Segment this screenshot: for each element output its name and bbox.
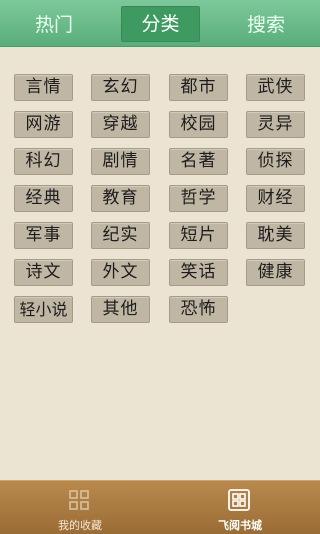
- category-item[interactable]: 都市: [169, 74, 228, 101]
- category-item[interactable]: 科幻: [14, 148, 73, 175]
- category-item[interactable]: 短片: [169, 222, 228, 249]
- category-item[interactable]: 轻小说: [14, 296, 73, 323]
- category-item[interactable]: 武侠: [246, 74, 305, 101]
- category-item[interactable]: 耽美: [246, 222, 305, 249]
- category-item[interactable]: 经典: [14, 185, 73, 212]
- bottom-nav-bar: 我的收藏 飞阅书城: [0, 480, 320, 534]
- category-item[interactable]: 网游: [14, 111, 73, 138]
- category-item[interactable]: 校园: [169, 111, 228, 138]
- category-item[interactable]: 教育: [91, 185, 150, 212]
- category-item[interactable]: 笑话: [169, 259, 228, 286]
- category-item[interactable]: 军事: [14, 222, 73, 249]
- tab-hot[interactable]: 热门: [0, 0, 108, 46]
- tab-categories[interactable]: 分类: [121, 6, 200, 42]
- category-item[interactable]: 玄幻: [91, 74, 150, 101]
- tab-search[interactable]: 搜索: [212, 0, 320, 46]
- category-item[interactable]: 穿越: [91, 111, 150, 138]
- grid-icon: [69, 490, 89, 510]
- top-tab-bar: 热门 分类 搜索: [0, 0, 320, 47]
- bottom-tab-bookstore[interactable]: 飞阅书城: [160, 481, 320, 534]
- category-item[interactable]: 灵异: [246, 111, 305, 138]
- bottom-tab-label: 飞阅书城: [218, 519, 262, 532]
- bookstore-grid-icon: [228, 489, 250, 511]
- category-item[interactable]: 纪实: [91, 222, 150, 249]
- category-item[interactable]: 侦探: [246, 148, 305, 175]
- category-item[interactable]: 恐怖: [169, 296, 228, 323]
- category-item[interactable]: 哲学: [169, 185, 228, 212]
- category-item[interactable]: 言情: [14, 74, 73, 101]
- category-item[interactable]: 财经: [246, 185, 305, 212]
- category-item[interactable]: 其他: [91, 296, 150, 323]
- bottom-tab-favorites[interactable]: 我的收藏: [0, 481, 160, 534]
- category-item[interactable]: 名著: [169, 148, 228, 175]
- category-item[interactable]: 剧情: [91, 148, 150, 175]
- category-item[interactable]: 诗文: [14, 259, 73, 286]
- bottom-tab-label: 我的收藏: [58, 519, 102, 532]
- category-item[interactable]: 外文: [91, 259, 150, 286]
- category-item[interactable]: 健康: [246, 259, 305, 286]
